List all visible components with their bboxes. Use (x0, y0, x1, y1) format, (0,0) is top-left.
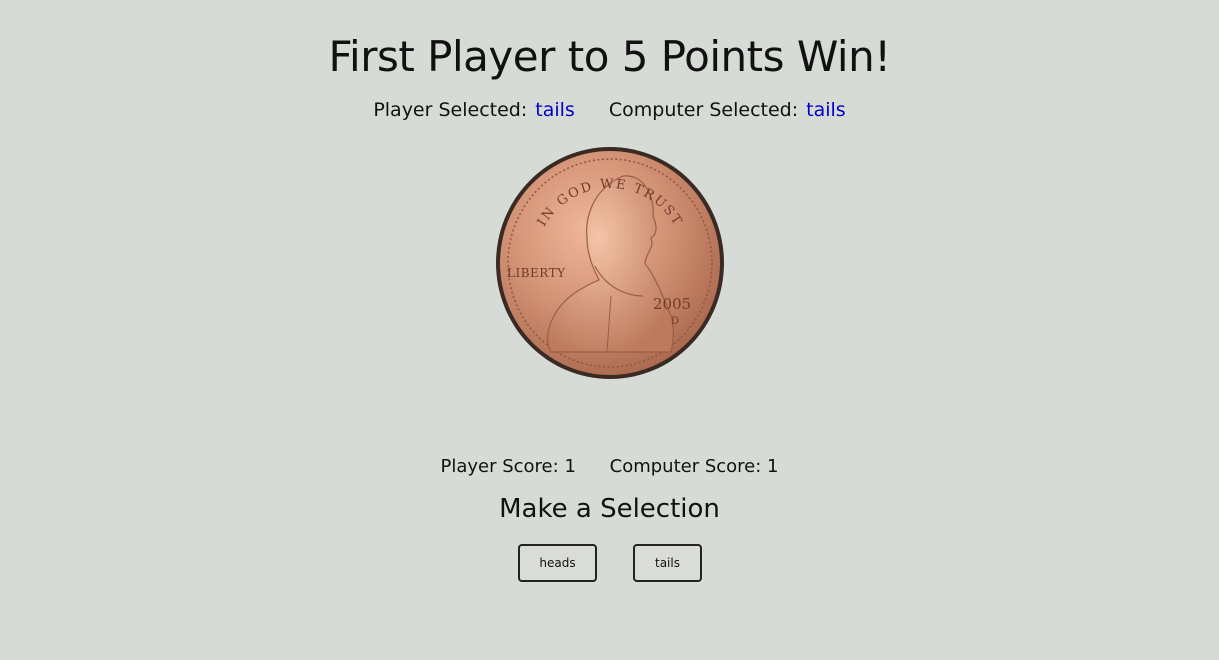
coin-year: 2005 (653, 295, 691, 313)
computer-score-label: Computer Score: (609, 456, 762, 477)
player-score-value: 1 (564, 456, 576, 477)
computer-selection: Computer Selected: tails (609, 99, 846, 121)
computer-selected-label: Computer Selected: (608, 99, 799, 121)
selection-prompt: Make a Selection (499, 494, 720, 524)
player-score-label: Player Score: (440, 456, 559, 477)
computer-score: Computer Score: 1 (610, 456, 779, 477)
player-selection: Player Selected: tails (373, 99, 575, 121)
computer-selected-value: tails (806, 99, 846, 121)
player-selected-label: Player Selected: (373, 99, 528, 121)
heads-button[interactable]: heads (518, 544, 597, 582)
score-row: Player Score: 1 Computer Score: 1 (0, 456, 1219, 477)
player-score: Player Score: 1 (440, 456, 575, 477)
coin-image: IN GOD WE TRUST LIBERTY 2005 D (495, 146, 725, 380)
coin-mint-mark: D (671, 316, 679, 327)
tails-button[interactable]: tails (633, 544, 702, 582)
player-selected-value: tails (535, 99, 575, 121)
penny-icon: IN GOD WE TRUST LIBERTY 2005 D (496, 147, 724, 379)
page-title: First Player to 5 Points Win! (328, 32, 891, 81)
computer-score-value: 1 (767, 456, 779, 477)
selection-row: Player Selected: tails Computer Selected:… (0, 99, 1219, 121)
coin-word: LIBERTY (507, 266, 566, 280)
